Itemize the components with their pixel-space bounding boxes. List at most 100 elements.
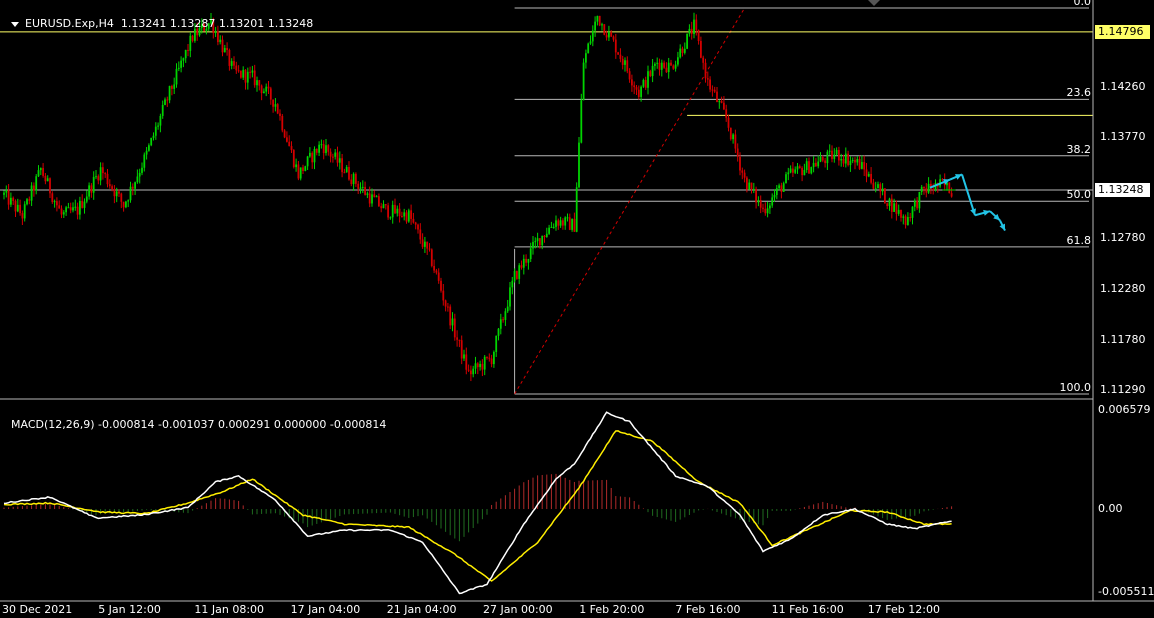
candle-body [925,188,928,193]
triangle-down-icon[interactable] [11,21,19,27]
candle-body [670,62,672,66]
candle-body [764,208,767,214]
candle-body [771,197,774,206]
candle-body [847,153,849,166]
time-axis-label: 11 Feb 16:00 [771,603,844,616]
candle-body [256,80,258,86]
candle-body [826,151,829,164]
candle-body [380,206,383,209]
candle-body [465,354,468,370]
candle-body [637,89,640,97]
candle-body [292,150,295,168]
candle-body [486,356,488,358]
candle-body [539,238,541,246]
candle-body [60,208,63,215]
candle-body [85,196,88,202]
candle-body [884,188,886,204]
candle-body [522,258,525,268]
candle-body [407,210,410,222]
candle-body [861,162,863,169]
time-axis-label: 17 Feb 12:00 [867,603,940,616]
candle-body [612,36,615,40]
candle-body [33,185,35,191]
time-axis-label: 17 Jan 04:00 [290,603,361,616]
candle-body [555,220,557,227]
candle-body [608,31,610,38]
candle-body [118,191,120,194]
candle-body [568,217,571,230]
candle-body [269,88,272,100]
candle-body [371,194,373,204]
candle-body [932,188,935,190]
candle-body [693,19,695,35]
candle-body [532,242,534,249]
candle-body [654,63,656,66]
chart-background [0,0,1154,618]
candle-body [219,39,222,43]
candle-body [187,49,189,51]
candle-body [136,176,139,183]
candle-body [506,306,509,312]
candle-body [854,160,856,163]
candle-body [21,213,24,219]
candle-body [272,99,274,107]
candle-body [345,167,348,173]
candle-body [290,146,293,151]
candle-body [674,64,677,69]
macd-axis-label: 0.00 [1098,502,1123,516]
candle-body [313,148,316,163]
candle-body [83,201,86,208]
candle-body [865,169,868,177]
candle-body [835,149,838,155]
candle-body [582,62,585,101]
candle-body [587,43,590,54]
candle-body [688,28,691,34]
candle-body [787,172,790,175]
candle-body [723,102,725,110]
candle-body [920,186,923,192]
candle-body [159,115,162,126]
candle-body [594,21,596,31]
candle-body [375,196,378,198]
candle-body [46,178,49,182]
candle-body [92,176,95,193]
candle-body [125,201,127,208]
fib-level-label: 23.6 [1066,86,1092,100]
candle-body [890,198,893,212]
candle-body [904,216,907,225]
chart-canvas[interactable] [0,0,1154,618]
candle-body [810,167,813,174]
candle-body [148,145,150,151]
time-axis-label: 11 Jan 08:00 [194,603,265,616]
candle-body [42,168,44,176]
candle-body [444,300,447,307]
candle-body [677,57,679,65]
candle-body [35,176,38,191]
candle-body [115,191,118,197]
candle-body [516,271,518,279]
time-axis-label: 21 Jan 04:00 [386,603,457,616]
candle-body [497,328,500,336]
candle-body [566,217,569,219]
candle-body [534,241,537,243]
candle-body [746,177,748,190]
candle-body [467,369,470,371]
candle-body [286,137,288,142]
candle-body [129,186,132,201]
candle-body [658,62,661,70]
candle-body [263,91,265,94]
candle-body [667,62,670,73]
candle-body [564,217,567,226]
candle-body [851,160,854,162]
candle-body [244,69,247,83]
candle-body [849,160,852,166]
candle-body [840,159,843,161]
candle-body [743,172,746,178]
candle-body [99,167,102,181]
candle-body [217,31,219,43]
candle-body [511,280,514,288]
candle-body [483,356,486,370]
candle-body [120,193,123,202]
candle-body [509,287,511,307]
candle-body [470,370,472,375]
